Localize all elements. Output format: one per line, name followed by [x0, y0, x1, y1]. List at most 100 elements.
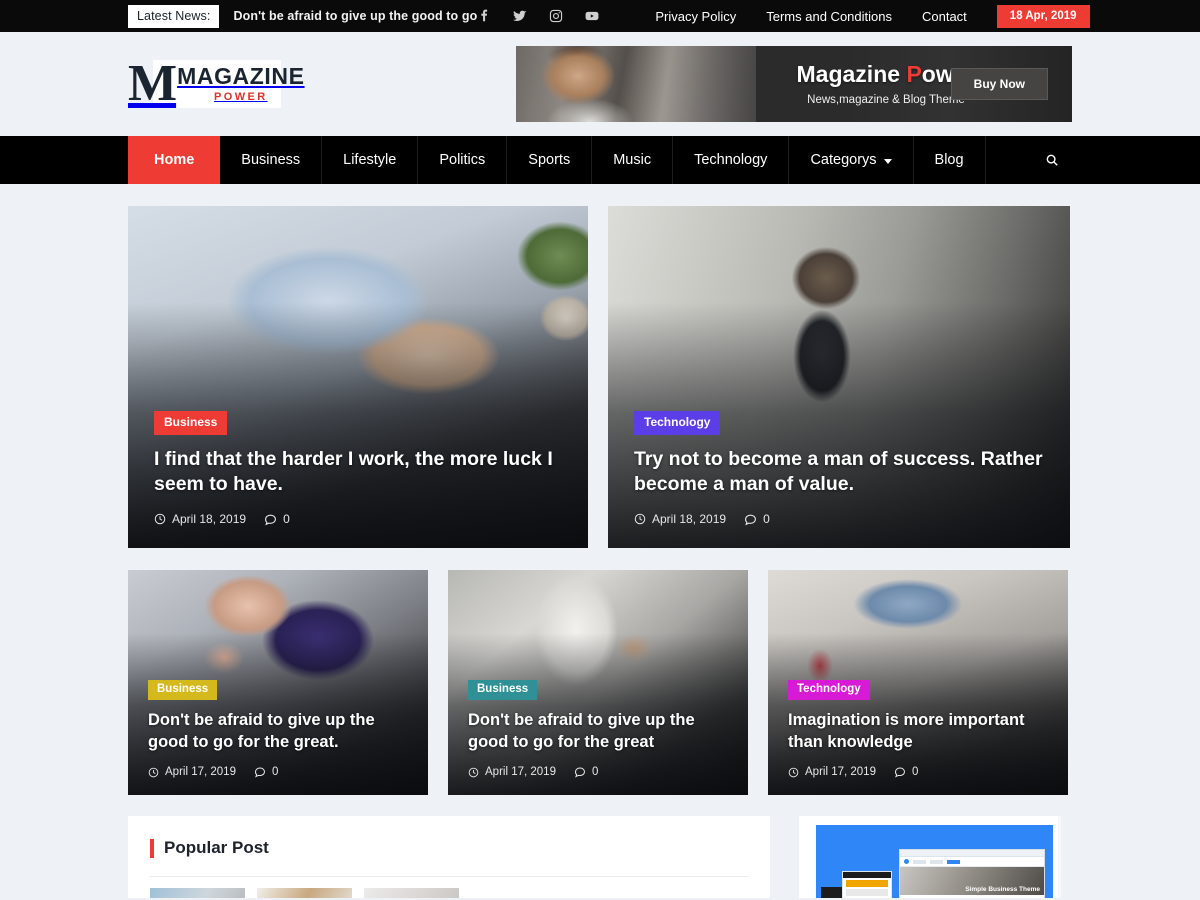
post-date: April 17, 2019 [788, 766, 876, 778]
logo-name: MAGAZINE [177, 63, 305, 89]
post-comment-count: 0 [283, 512, 290, 526]
post-body: Business Don't be afraid to give up the … [448, 679, 748, 795]
clock-icon [468, 767, 479, 777]
link-privacy-policy[interactable]: Privacy Policy [655, 9, 736, 24]
category-badge[interactable]: Business [148, 679, 218, 701]
post-date-text: April 18, 2019 [172, 512, 247, 526]
sidebar-edge-strip-inner [1058, 816, 1061, 898]
popular-thumb[interactable] [150, 888, 245, 898]
popular-post-thumbnails [150, 888, 748, 898]
category-badge[interactable]: Business [468, 679, 538, 701]
featured-post-card[interactable]: Technology Try not to become a man of su… [608, 206, 1070, 548]
category-badge[interactable]: Technology [788, 679, 870, 701]
nav-item-blog[interactable]: Blog [914, 136, 986, 184]
link-terms-and-conditions[interactable]: Terms and Conditions [766, 9, 892, 24]
ad-browser-chrome [900, 850, 1044, 857]
post-date-text: April 18, 2019 [652, 512, 727, 526]
main-content: Business I find that the harder I work, … [0, 206, 1200, 898]
post-body: Business I find that the harder I work, … [128, 411, 588, 548]
post-card[interactable]: Technology Imagination is more important… [768, 570, 1068, 795]
logo-tagline: POWER [214, 91, 268, 103]
nav-label-lifestyle: Lifestyle [343, 152, 397, 168]
post-comments: 0 [574, 766, 598, 778]
nav-item-lifestyle[interactable]: Lifestyle [322, 136, 419, 184]
nav-item-home[interactable]: Home [128, 136, 221, 184]
comment-icon [265, 514, 276, 525]
youtube-icon[interactable] [585, 9, 599, 23]
post-date: April 18, 2019 [634, 512, 726, 526]
post-title: Don't be afraid to give up the good to g… [148, 711, 375, 752]
comment-icon [745, 514, 756, 525]
section-accent-bar [150, 838, 154, 858]
featured-post-card[interactable]: Business I find that the harder I work, … [128, 206, 588, 548]
ad-hero-image: Simple Business Theme [900, 867, 1044, 895]
popular-thumb[interactable] [257, 888, 352, 898]
ad-logo-dot [904, 859, 909, 864]
facebook-icon[interactable] [477, 9, 491, 23]
post-meta: April 17, 2019 0 [788, 766, 1048, 778]
section-divider [150, 876, 748, 877]
nav-item-politics[interactable]: Politics [418, 136, 508, 184]
nav-label-categorys: Categorys [810, 152, 877, 168]
post-date: April 17, 2019 [468, 766, 556, 778]
post-meta: April 17, 2019 0 [148, 766, 408, 778]
clock-icon [788, 767, 799, 777]
sidebar-widget-panel: Simple Business Theme [799, 816, 1070, 898]
search-icon[interactable] [1032, 136, 1072, 184]
post-comment-count: 0 [591, 766, 599, 778]
post-date: April 17, 2019 [148, 766, 236, 778]
ad-nav-pill-active [947, 859, 960, 864]
nav-label-politics: Politics [439, 152, 486, 168]
latest-news-label: Latest News: [128, 4, 220, 28]
banner-subtitle: News,magazine & Blog Theme [807, 94, 965, 107]
post-meta: April 18, 2019 0 [154, 512, 562, 526]
site-header: M MAGAZINE POWER Magazine Power News,mag… [0, 32, 1200, 136]
main-navigation: Home Business Lifestyle Politics Sports … [0, 136, 1200, 184]
post-title: I find that the harder I work, the more … [154, 447, 553, 496]
post-comments: 0 [894, 766, 918, 778]
nav-item-music[interactable]: Music [592, 136, 674, 184]
nav-item-categorys[interactable]: Categorys [789, 136, 914, 184]
banner-title: Magazine Power [797, 61, 976, 87]
buy-now-button[interactable]: Buy Now [950, 68, 1048, 100]
post-card[interactable]: Business Don't be afraid to give up the … [128, 570, 428, 795]
site-logo[interactable]: M MAGAZINE POWER [128, 55, 305, 113]
category-badge[interactable]: Technology [634, 411, 721, 435]
date-badge: 18 Apr, 2019 [996, 4, 1090, 28]
nav-label-business: Business [241, 152, 301, 168]
popular-post-panel: Popular Post [128, 816, 770, 898]
ad-thumbnail-bar [843, 872, 891, 878]
nav-label-music: Music [613, 152, 652, 168]
post-comment-count: 0 [911, 766, 919, 778]
ad-thumbnail-row [846, 889, 888, 896]
instagram-icon[interactable] [549, 9, 563, 23]
chevron-down-icon [883, 158, 892, 164]
sidebar-edge-strip [1061, 816, 1070, 898]
post-card[interactable]: Business Don't be afraid to give up the … [448, 570, 748, 795]
nav-item-business[interactable]: Business [220, 136, 323, 184]
header-banner-ad[interactable]: Magazine Power News,magazine & Blog Them… [516, 46, 1072, 122]
post-date: April 18, 2019 [154, 512, 246, 526]
ad-browser-nav [900, 857, 1044, 867]
link-contact[interactable]: Contact [922, 9, 967, 24]
post-comment-count: 0 [763, 512, 770, 526]
nav-item-technology[interactable]: Technology [673, 136, 790, 184]
ad-thumbnail-row [846, 880, 888, 887]
featured-posts-row: Business I find that the harder I work, … [128, 206, 1072, 548]
post-comments: 0 [264, 512, 290, 526]
category-badge[interactable]: Business [154, 411, 228, 435]
ad-nav-pill [913, 859, 926, 864]
comment-icon [574, 767, 585, 778]
top-bar: Latest News: Don't be afraid to give up … [0, 0, 1200, 32]
clock-icon [154, 513, 166, 525]
ad-thumbnail-medium [842, 871, 892, 898]
popular-thumb[interactable] [364, 888, 459, 898]
latest-news-text[interactable]: Don't be afraid to give up the good to g… [233, 9, 477, 23]
nav-label-technology: Technology [694, 152, 768, 168]
sidebar-ad[interactable]: Simple Business Theme [816, 825, 1053, 898]
post-title: Imagination is more important than knowl… [788, 711, 1025, 752]
nav-item-sports[interactable]: Sports [507, 136, 593, 184]
social-links [477, 9, 599, 23]
twitter-icon[interactable] [513, 9, 527, 23]
